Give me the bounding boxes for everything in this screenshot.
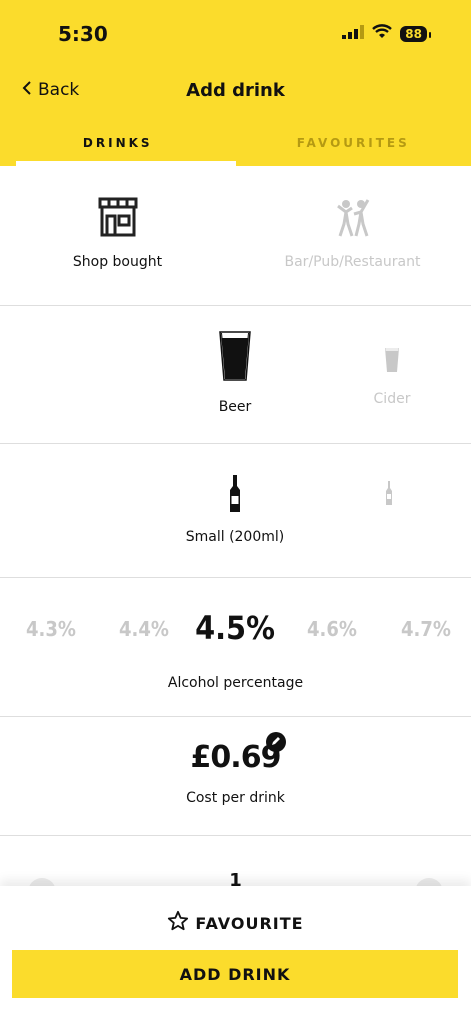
glass-icon — [384, 348, 400, 377]
battery-indicator: 88 — [400, 25, 431, 42]
abv-label: Alcohol percentage — [167, 675, 304, 691]
back-label: Back — [38, 80, 80, 100]
tab-favourites-label: FAVOURITES — [296, 136, 410, 150]
size-next-option[interactable] — [385, 481, 393, 509]
cost-label: Cost per drink — [186, 790, 285, 806]
pint-glass-icon — [219, 331, 251, 385]
chevron-left-icon — [22, 80, 32, 100]
drink-type-carousel: Beer Cider — [0, 305, 471, 444]
venue-option-shop[interactable]: Shop bought — [0, 196, 235, 270]
abv-option[interactable]: 4.6% — [307, 617, 357, 641]
nav-bar: Back Add drink — [0, 70, 471, 130]
abv-option[interactable]: 4.4% — [119, 617, 169, 641]
favourite-label: FAVOURITE — [195, 913, 304, 933]
star-icon — [167, 910, 189, 936]
bottle-icon — [228, 475, 242, 517]
edit-cost-button[interactable] — [266, 732, 286, 752]
size-carousel: Small (200ml) — [0, 443, 471, 578]
abv-carousel: 4.3% 4.4% 4.5% 4.6% 4.7% Alcohol percent… — [0, 577, 471, 717]
status-time: 5:30 — [58, 22, 108, 46]
venue-option-shop-label: Shop bought — [72, 254, 163, 270]
shop-icon — [97, 197, 139, 242]
wifi-icon — [372, 24, 393, 43]
cost-value[interactable]: £0.69 — [0, 740, 471, 775]
venue-option-bar[interactable]: Bar/Pub/Restaurant — [235, 196, 470, 270]
signal-icon — [342, 24, 365, 43]
abv-option[interactable]: 4.7% — [401, 617, 451, 641]
size-small[interactable]: Small (200ml) — [170, 475, 300, 545]
add-drink-button[interactable]: ADD DRINK — [12, 950, 458, 998]
drink-type-cider-label: Cider — [373, 391, 411, 407]
status-icons: 88 — [342, 24, 431, 43]
abv-option[interactable]: 4.3% — [26, 617, 76, 641]
drink-type-beer[interactable]: Beer — [170, 331, 300, 415]
dancing-people-icon — [332, 199, 374, 242]
favourite-button[interactable]: FAVOURITE — [0, 910, 471, 936]
tab-bar: DRINKS FAVOURITES — [0, 128, 471, 166]
size-label: Small (200ml) — [185, 529, 285, 545]
abv-selected[interactable]: 4.5% — [195, 609, 275, 647]
tab-drinks[interactable]: DRINKS — [0, 128, 236, 166]
tab-drinks-label: DRINKS — [82, 136, 153, 150]
venue-option-bar-label: Bar/Pub/Restaurant — [284, 254, 421, 270]
drink-type-beer-label: Beer — [218, 399, 252, 415]
bottle-icon — [385, 481, 393, 509]
status-bar: 5:30 88 — [0, 0, 471, 70]
add-drink-label: ADD DRINK — [179, 964, 291, 984]
drink-type-cider[interactable]: Cider — [342, 347, 442, 407]
cost-section: £0.69 Cost per drink — [0, 716, 471, 836]
venue-selector: Shop bought Bar/Pub/Restaurant — [0, 166, 471, 306]
bottom-action-bar: FAVOURITE ADD DRINK — [0, 886, 471, 1019]
pencil-icon — [271, 736, 281, 749]
tab-favourites[interactable]: FAVOURITES — [236, 128, 471, 166]
back-button[interactable]: Back — [22, 80, 79, 100]
